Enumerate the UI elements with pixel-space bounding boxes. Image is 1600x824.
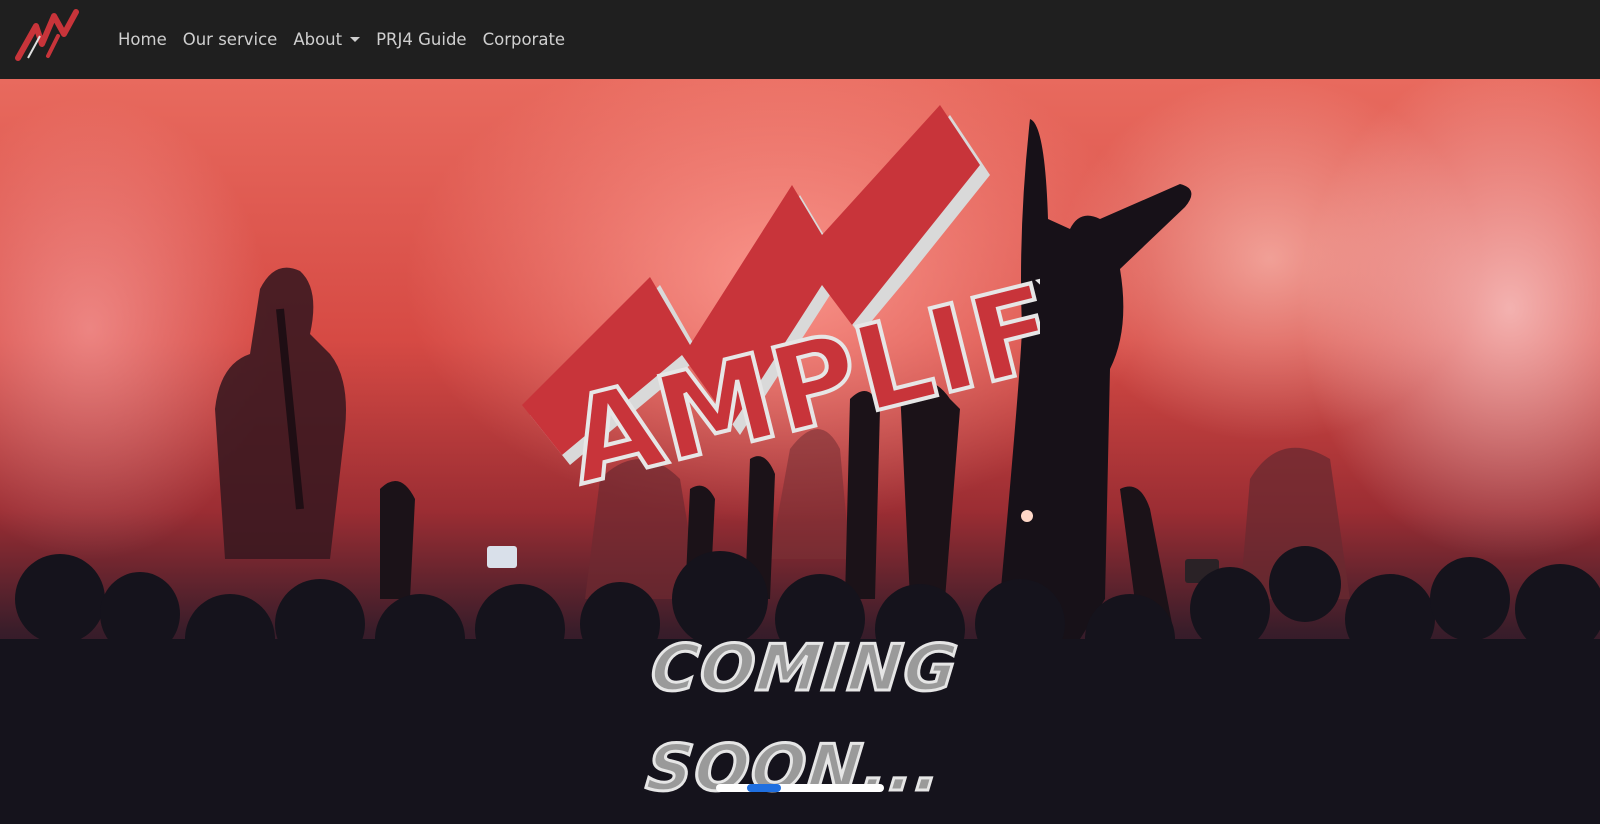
chevron-down-icon xyxy=(350,37,361,42)
nav-about-label: About xyxy=(293,30,343,49)
carousel-indicators[interactable] xyxy=(716,784,884,792)
nav-about-dropdown[interactable]: About xyxy=(285,30,368,49)
nav-our-service[interactable]: Our service xyxy=(175,30,286,49)
carousel-indicator-active[interactable] xyxy=(747,784,781,792)
amplify-hero-logo: AMPLIFY xyxy=(522,105,1040,505)
nav-corporate[interactable]: Corporate xyxy=(475,30,573,49)
coming-soon-heading: COMING SOON... xyxy=(641,631,963,808)
nav-prj4-guide[interactable]: PRJ4 Guide xyxy=(368,30,474,49)
brand-logo-icon[interactable] xyxy=(14,6,80,64)
nav-home[interactable]: Home xyxy=(118,30,175,49)
nav-links: Home Our service About PRJ4 Guide Corpor… xyxy=(118,0,573,79)
hero-carousel: AMPLIFY COMING SOON... xyxy=(0,79,1600,824)
top-navbar: Home Our service About PRJ4 Guide Corpor… xyxy=(0,0,1600,79)
